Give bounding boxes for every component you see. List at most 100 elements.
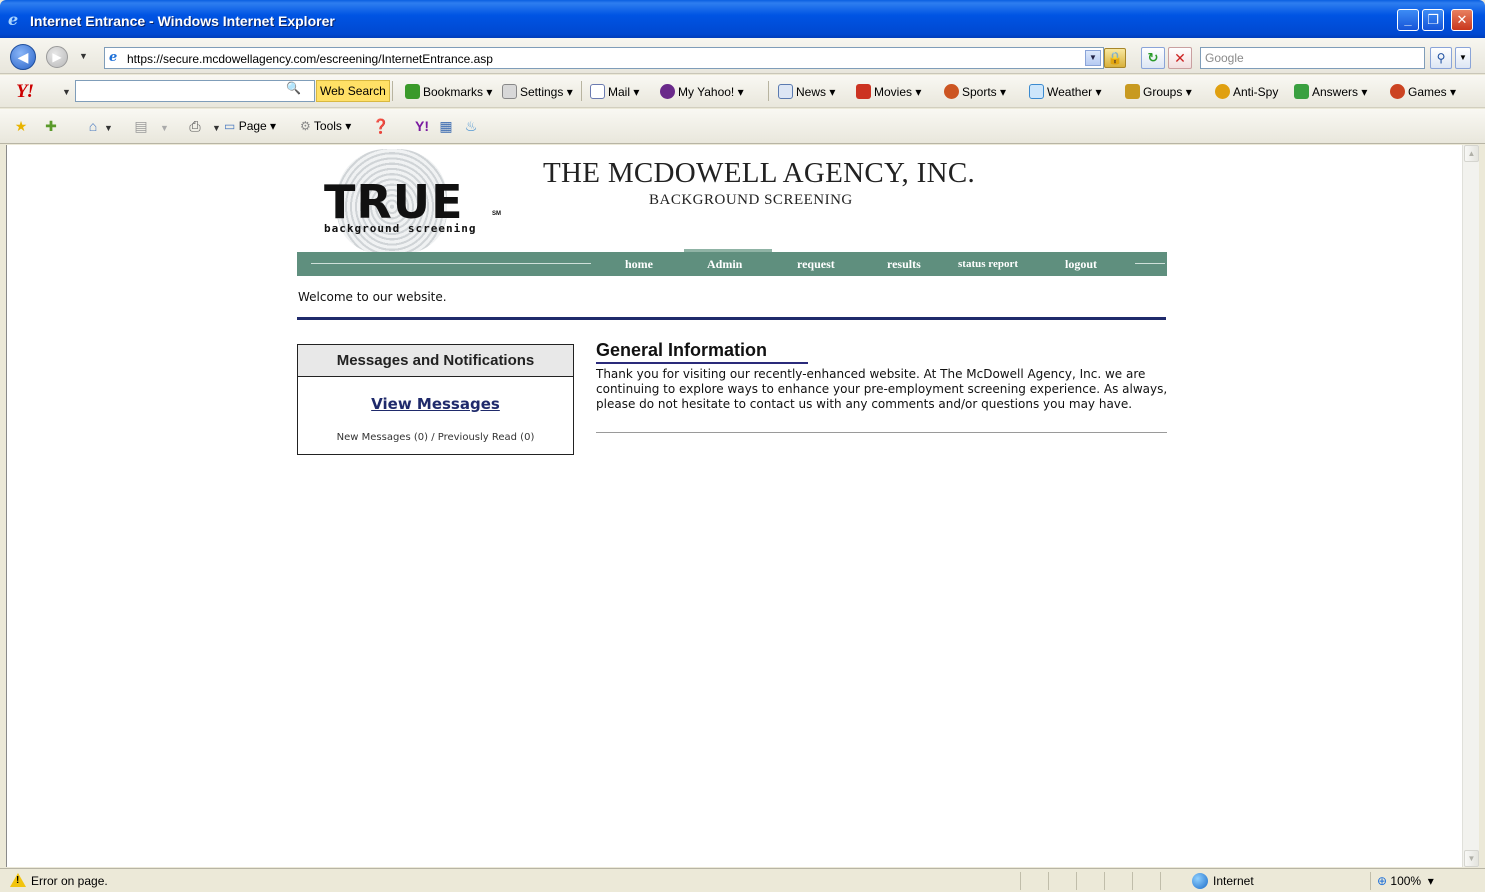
mail-button[interactable]: Mail ▾ <box>590 84 639 99</box>
logo-subtitle: background screening <box>324 222 477 235</box>
yahoo-search-icon[interactable]: 🔍 <box>286 81 301 95</box>
answers-icon <box>1294 84 1309 99</box>
window-title: Internet Entrance - Windows Internet Exp… <box>30 13 335 29</box>
bookmarks-icon <box>405 84 420 99</box>
nav-status-report[interactable]: status report <box>958 258 1018 270</box>
title-underline <box>596 362 808 364</box>
scroll-up-icon[interactable]: ▲ <box>1464 145 1479 162</box>
games-button[interactable]: Games ▾ <box>1390 84 1456 99</box>
nav-results[interactable]: results <box>887 257 921 272</box>
back-button[interactable]: ◀ <box>10 44 36 70</box>
groups-icon <box>1125 84 1140 99</box>
settings-icon <box>502 84 517 99</box>
news-button[interactable]: News ▾ <box>778 84 835 99</box>
movies-icon <box>856 84 871 99</box>
groups-button[interactable]: Groups ▾ <box>1125 84 1192 99</box>
feeds-dropdown-icon[interactable]: ▼ <box>160 123 169 133</box>
general-info-title: General Information <box>596 340 768 360</box>
bookmarks-button[interactable]: Bookmarks ▾ <box>405 84 492 99</box>
lock-icon[interactable]: 🔒 <box>1104 48 1126 68</box>
company-name: THE MCDOWELL AGENCY, INC. <box>543 157 976 189</box>
forward-button[interactable]: ▶ <box>46 46 68 68</box>
messenger-icon[interactable]: ♨ <box>462 117 480 135</box>
page-viewport: TRUE SM background screening THE MCDOWEL… <box>6 145 1479 867</box>
news-icon <box>778 84 793 99</box>
home-dropdown-icon[interactable]: ▼ <box>104 123 113 133</box>
sports-button[interactable]: Sports ▾ <box>944 84 1006 99</box>
address-field[interactable]: e https://secure.mcdowellagency.com/escr… <box>104 47 1104 69</box>
weather-button[interactable]: Weather ▾ <box>1029 84 1102 99</box>
search-options-dropdown-icon[interactable]: ▼ <box>1455 47 1471 69</box>
site-nav: home Admin request results status report… <box>297 249 1167 276</box>
title-bar: e Internet Entrance - Windows Internet E… <box>0 0 1485 38</box>
browser-window: e Internet Entrance - Windows Internet E… <box>0 0 1485 892</box>
web-search-button[interactable]: Web Search <box>316 80 390 102</box>
search-input[interactable] <box>1201 48 1424 68</box>
answers-button[interactable]: Answers ▾ <box>1294 84 1367 99</box>
page-menu[interactable]: ▭ Page ▾ <box>224 119 276 133</box>
status-pane <box>1048 872 1049 890</box>
general-info-body: Thank you for visiting our recently-enha… <box>596 367 1168 411</box>
zoom-control[interactable]: ⊕ 100% ▾ <box>1377 874 1434 888</box>
tools-menu[interactable]: ⚙ Tools ▾ <box>300 119 351 133</box>
nav-logout[interactable]: logout <box>1065 257 1097 272</box>
true-logo: TRUE <box>324 175 464 229</box>
divider <box>297 317 1166 320</box>
welcome-text: Welcome to our website. <box>298 290 447 304</box>
status-pane <box>1132 872 1133 890</box>
nav-decor-line <box>311 263 591 264</box>
toolbar-separator <box>768 81 769 101</box>
scroll-down-icon[interactable]: ▼ <box>1464 850 1479 867</box>
search-icon[interactable]: ⚲ <box>1430 47 1452 69</box>
favorites-star-icon[interactable]: ★ <box>12 117 30 135</box>
active-tab-indicator <box>684 249 772 252</box>
yahoo-menu-dropdown-icon[interactable]: ▼ <box>62 87 71 97</box>
minimize-button[interactable]: _ <box>1397 9 1419 31</box>
restore-button[interactable]: ❐ <box>1422 9 1444 31</box>
settings-button[interactable]: Settings ▾ <box>502 84 573 99</box>
address-dropdown-icon[interactable]: ▼ <box>1085 50 1101 66</box>
my-yahoo-button[interactable]: My Yahoo! ▾ <box>660 84 744 99</box>
zoom-icon: ⊕ <box>1377 874 1388 888</box>
vertical-scrollbar[interactable]: ▲ ▼ <box>1462 145 1479 867</box>
status-pane <box>1076 872 1077 890</box>
view-messages-link[interactable]: View Messages <box>298 395 573 413</box>
internet-zone-icon <box>1192 873 1208 889</box>
status-message[interactable]: Error on page. <box>31 874 108 888</box>
messages-panel: Messages and Notifications View Messages… <box>297 344 574 455</box>
nav-home[interactable]: home <box>625 257 653 272</box>
help-icon[interactable]: ❓ <box>372 117 390 135</box>
search-field[interactable] <box>1200 47 1425 69</box>
nav-admin[interactable]: Admin <box>707 257 742 272</box>
add-favorites-icon[interactable]: ✚ <box>42 117 60 135</box>
web-page: TRUE SM background screening THE MCDOWEL… <box>297 145 1177 865</box>
my-yahoo-icon <box>660 84 675 99</box>
warning-icon[interactable]: ! <box>10 873 26 888</box>
address-url[interactable]: https://secure.mcdowellagency.com/escree… <box>127 52 493 66</box>
address-toolbar: ◀ ▶ ▼ e https://secure.mcdowellagency.co… <box>0 38 1485 74</box>
print-icon[interactable]: ⎙ <box>186 117 204 135</box>
print-dropdown-icon[interactable]: ▼ <box>212 123 221 133</box>
mail-icon <box>590 84 605 99</box>
research-icon[interactable]: ▦ <box>437 117 455 135</box>
status-pane <box>1104 872 1105 890</box>
stop-button[interactable]: ✕ <box>1168 47 1192 69</box>
yahoo-logo-icon[interactable]: Y! <box>16 81 34 103</box>
page-icon: e <box>109 50 118 65</box>
yahoo-search-input[interactable] <box>75 80 315 102</box>
history-dropdown-icon[interactable]: ▼ <box>79 51 88 61</box>
status-bar: ! Error on page. Internet ⊕ 100% ▾ <box>0 868 1485 892</box>
yahoo-icon[interactable]: Y! <box>413 117 431 135</box>
close-button[interactable]: ✕ <box>1451 9 1473 31</box>
nav-request[interactable]: request <box>797 257 835 272</box>
refresh-button[interactable]: ↻ <box>1141 47 1165 69</box>
home-icon[interactable]: ⌂ <box>84 117 102 135</box>
feeds-icon[interactable]: ▤ <box>132 117 150 135</box>
company-tagline: BACKGROUND SCREENING <box>649 192 853 208</box>
service-mark: SM <box>492 211 501 217</box>
security-zone: Internet <box>1213 874 1254 888</box>
divider <box>596 432 1167 433</box>
anti-spy-button[interactable]: Anti-Spy <box>1215 84 1278 99</box>
movies-button[interactable]: Movies ▾ <box>856 84 921 99</box>
gear-icon: ⚙ <box>300 119 311 133</box>
